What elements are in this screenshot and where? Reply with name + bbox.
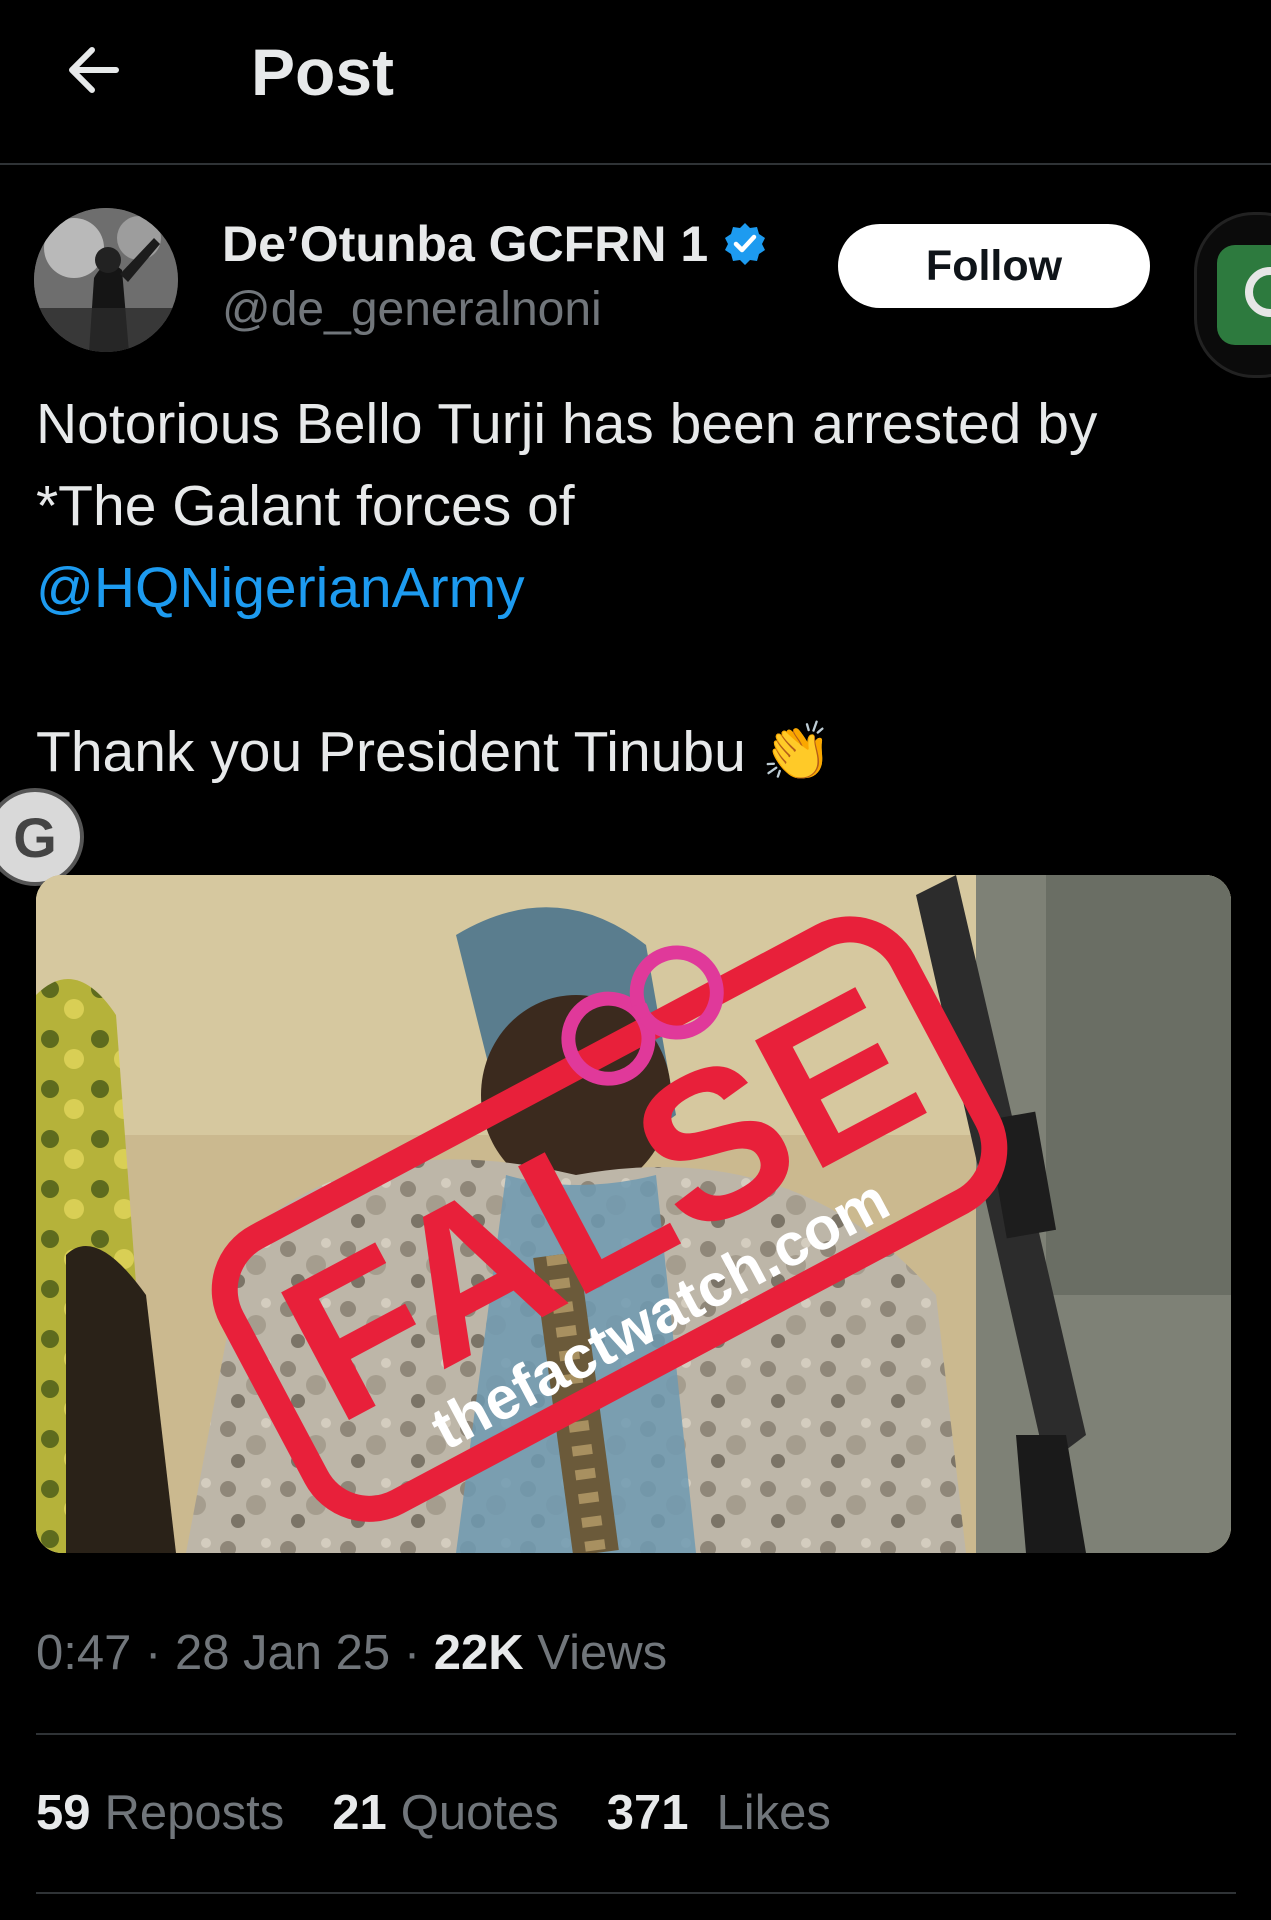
false-stamp: FALSE thefactwatch.com [211, 916, 1008, 1522]
likes-count: 371 [606, 1786, 689, 1840]
likes-label: Likes [716, 1786, 831, 1840]
views-count: 22K [433, 1626, 524, 1680]
quotes-stat[interactable]: 21 Quotes [332, 1785, 559, 1841]
reposts-label: Reposts [104, 1786, 285, 1840]
back-button[interactable] [54, 30, 134, 110]
arrow-left-icon [69, 47, 119, 93]
verified-badge-icon [725, 223, 766, 265]
author-handle[interactable]: @de_generalnoni [222, 282, 602, 337]
g-badge-icon[interactable]: G [0, 788, 84, 886]
views-label: Views [537, 1626, 668, 1680]
post-time[interactable]: 0:47 [36, 1626, 131, 1680]
top-bar: Post [0, 0, 1271, 165]
app-badge-icon[interactable] [1194, 212, 1271, 378]
reposts-count: 59 [36, 1786, 91, 1840]
tweet-media-image[interactable]: FALSE thefactwatch.com [36, 875, 1231, 1553]
avatar-image [34, 208, 178, 352]
page-title: Post [251, 35, 395, 109]
author-display-name[interactable]: De’Otunba GCFRN 1 [222, 215, 708, 273]
tweet-body: Notorious Bello Turji has been arrested … [36, 383, 1216, 793]
likes-stat[interactable]: 371 Likes [607, 1785, 831, 1841]
tweet-text-line-1: Notorious Bello Turji has been arrested … [36, 392, 1098, 538]
tweet-text-line-2: Thank you President Tinubu 👏 [36, 720, 833, 784]
follow-button[interactable]: Follow [838, 224, 1150, 308]
mention-link[interactable]: @HQNigerianArmy [36, 556, 525, 620]
divider [36, 1733, 1236, 1735]
avatar[interactable] [34, 208, 178, 352]
post-meta: 0:47 · 28 Jan 25 · 22K Views [36, 1626, 668, 1680]
divider [36, 1892, 1236, 1894]
quotes-count: 21 [332, 1786, 387, 1840]
quotes-label: Quotes [400, 1786, 559, 1840]
engagement-stats: 59 Reposts 21 Quotes 371 Likes [36, 1785, 879, 1841]
post-date[interactable]: 28 Jan 25 [175, 1626, 390, 1680]
reposts-stat[interactable]: 59 Reposts [36, 1785, 284, 1841]
author-name-row[interactable]: De’Otunba GCFRN 1 [222, 215, 768, 273]
